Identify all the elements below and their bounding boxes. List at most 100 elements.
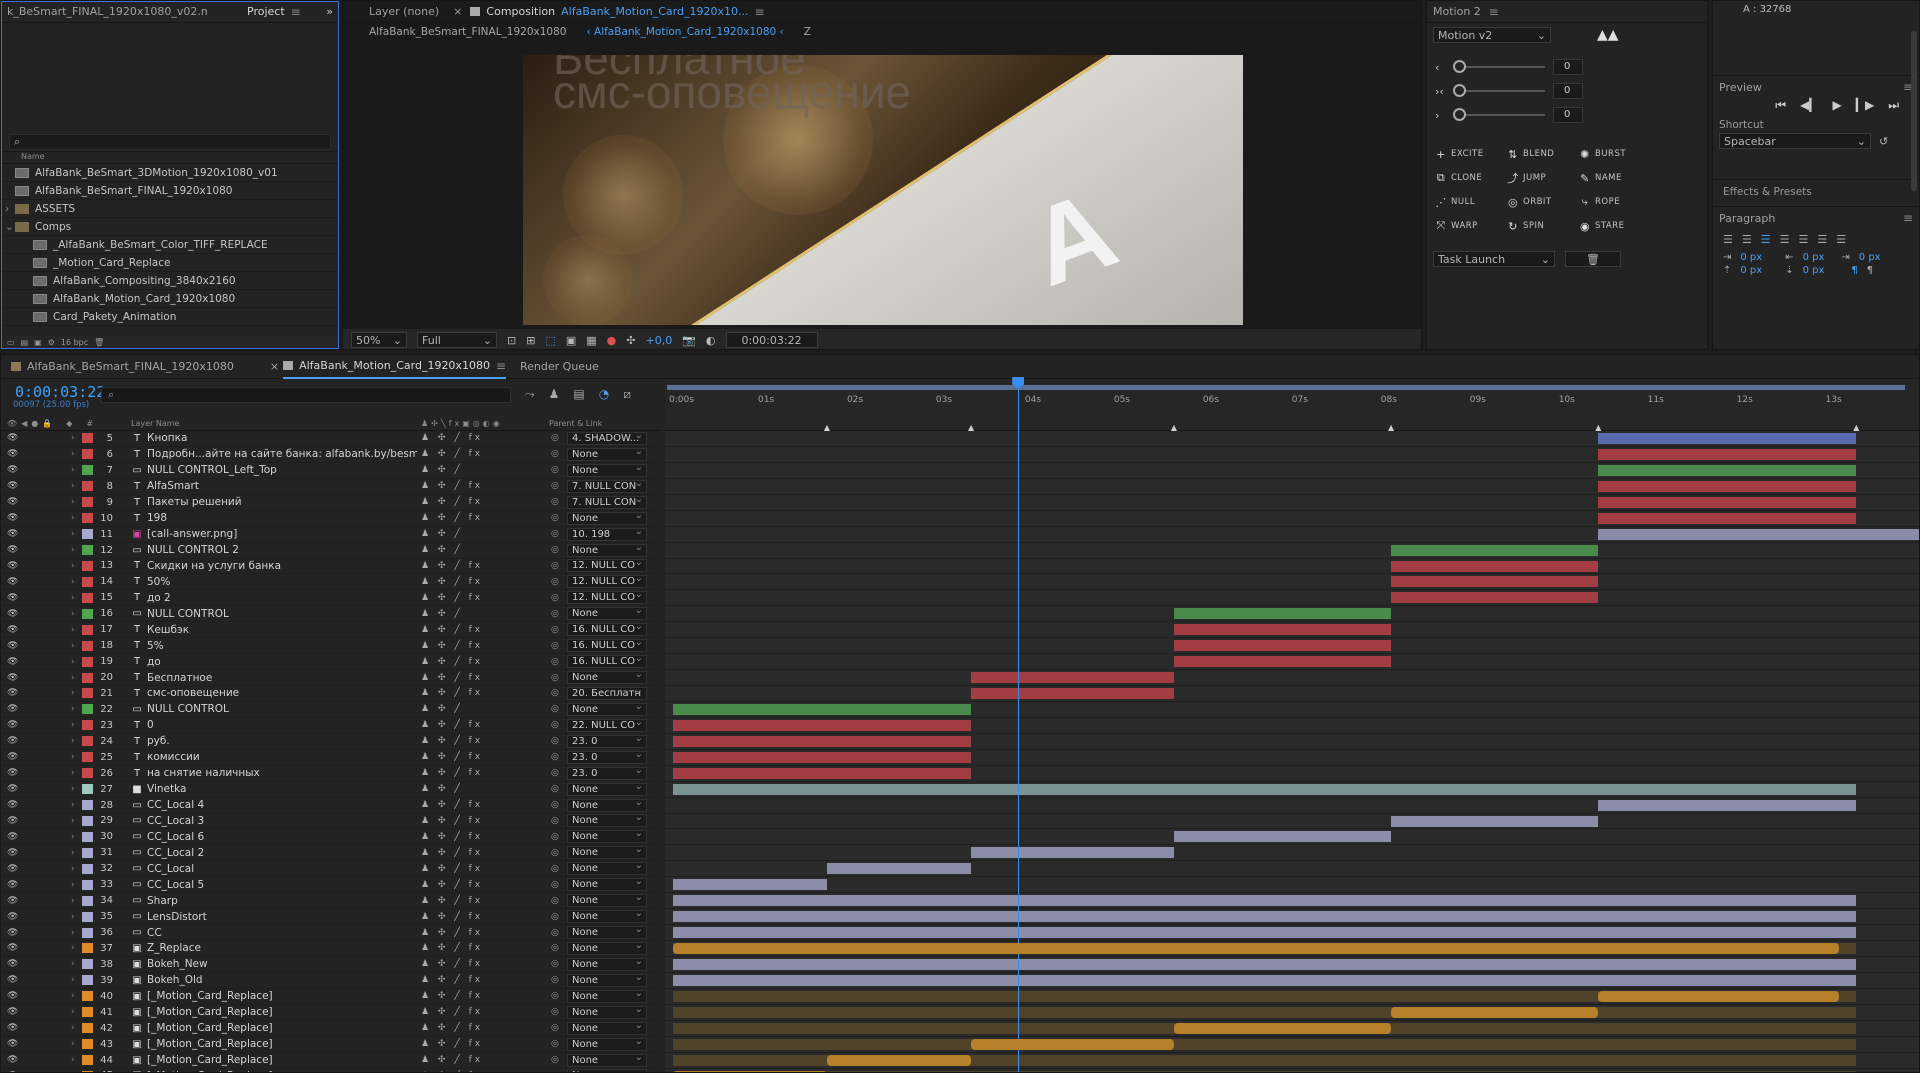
tab-render-queue[interactable]: Render Queue [520,360,599,373]
expand-arrow-icon[interactable]: › [71,959,75,969]
visibility-eye-icon[interactable]: 👁 [7,433,18,443]
parent-pickwhip-icon[interactable]: ◎ [551,1023,559,1033]
expand-arrow-icon[interactable]: › [71,545,75,555]
parent-dropdown[interactable]: 7. NULL CON [567,479,647,493]
parent-pickwhip-icon[interactable]: ◎ [551,433,559,443]
layer-name[interactable]: AlfaSmart [147,480,417,492]
zoom-dropdown[interactable]: 50% ⌄ [351,332,407,348]
layer-switches[interactable]: ♟ ✣ ╱ fx [421,880,483,890]
layer-switches[interactable]: ♟ ✣ ╱ [421,609,463,619]
parent-pickwhip-icon[interactable]: ◎ [551,704,559,714]
layer-row[interactable]: 👁 › 41 ▣ [_Motion_Card_Replace] ♟ ✣ ╱ fx ◎ None [1,1005,661,1021]
label-color-swatch[interactable] [82,800,93,811]
layer-duration-bar[interactable] [1598,496,1857,508]
project-item[interactable]: AlfaBank_Motion_Card_1920x1080 [1,290,339,308]
parent-dropdown[interactable]: None [567,782,647,796]
layer-switches[interactable]: ♟ ✣ ╱ fx [421,1023,483,1033]
parent-dropdown[interactable]: 16. NULL CO [567,639,647,653]
layer-name[interactable]: [_Motion_Card_Replace] [147,1054,417,1066]
layer-duration-bar[interactable] [673,974,1857,986]
layer-row[interactable]: 👁 › 13 T Скидки на услуги банка ♟ ✣ ╱ fx ◎ 12. … [1,559,661,575]
layer-switches[interactable]: ♟ ✣ ╱ fx [421,641,483,651]
tab-layer[interactable]: Layer (none) [369,5,439,18]
visibility-eye-icon[interactable]: 👁 [7,943,18,953]
layer-duration-bar[interactable] [673,751,972,763]
expand-arrow-icon[interactable]: › [71,1023,75,1033]
layer-duration-bar[interactable] [1390,1006,1599,1018]
layer-row[interactable]: 👁 › 43 ▣ [_Motion_Card_Replace] ♟ ✣ ╱ fx ◎ None [1,1037,661,1053]
visibility-eye-icon[interactable]: 👁 [7,688,18,698]
layer-duration-bar[interactable] [1598,528,1919,540]
motion-blur-icon[interactable]: ◔ [599,387,609,402]
label-color-swatch[interactable] [82,449,93,460]
expand-arrow-icon[interactable]: › [71,975,75,985]
layer-row[interactable]: 👁 › 39 ▣ Bokeh_Old ♟ ✣ ╱ fx ◎ None [1,973,661,989]
align-left-icon[interactable]: ☰ [1723,233,1733,246]
expand-arrow-icon[interactable]: › [71,848,75,858]
layer-row[interactable]: 👁 › 11 ▣ [call-answer.png] ♟ ✣ ╱ ◎ 10. 198 [1,527,661,543]
layer-name[interactable]: руб. [147,735,417,747]
expand-arrow-icon[interactable]: › [71,720,75,730]
layer-name[interactable]: 0 [147,719,417,731]
parent-pickwhip-icon[interactable]: ◎ [551,928,559,938]
current-timecode[interactable]: 0:00:03:22 [15,383,105,401]
project-item[interactable]: AlfaBank_Compositing_3840x2160 [1,272,339,290]
motion-stare-button[interactable]: ◉ STARE [1579,219,1649,233]
layer-switches[interactable]: ♟ ✣ ╱ [421,529,463,539]
parent-pickwhip-icon[interactable]: ◎ [551,1039,559,1049]
project-search[interactable]: ⌕ [9,134,331,150]
parent-pickwhip-icon[interactable]: ◎ [551,848,559,858]
layer-row[interactable]: 👁 › 6 T Подробн...айте на сайте банка: alfab… [1,447,661,463]
tab-composition[interactable]: Composition AlfaBank_Motion_Card_1920x10… [470,5,765,19]
layer-switches[interactable]: ♟ ✣ ╱ fx [421,928,483,938]
layer-switches[interactable]: ♟ ✣ ╱ fx [421,449,483,459]
expand-arrow-icon[interactable]: › [71,896,75,906]
shortcut-dropdown[interactable]: Spacebar ⌄ [1719,133,1871,149]
layer-duration-bar[interactable] [1598,464,1857,476]
visibility-eye-icon[interactable]: 👁 [7,481,18,491]
layer-name[interactable]: до 2 [147,592,417,604]
parent-pickwhip-icon[interactable]: ◎ [551,609,559,619]
parent-pickwhip-icon[interactable]: ◎ [551,768,559,778]
layer-name-header[interactable]: Layer Name [131,419,179,428]
parent-pickwhip-icon[interactable]: ◎ [551,991,559,1001]
color-manage-icon[interactable]: ✣ [626,334,635,347]
layer-duration-bar[interactable] [1173,1022,1391,1034]
layer-row[interactable]: 👁 › 16 ▭ NULL CONTROL ♟ ✣ ╱ ◎ None [1,606,661,623]
layer-name[interactable]: Подробн...айте на сайте банка: alfabank.… [147,448,417,460]
label-color-swatch[interactable] [82,624,93,635]
layer-switches[interactable]: ♟ ✣ ╱ fx [421,513,483,523]
viewer-timecode[interactable]: 0:00:03:22 [725,332,818,348]
parent-pickwhip-icon[interactable]: ◎ [551,959,559,969]
ltr-icon[interactable]: ¶ [1851,265,1857,276]
parent-pickwhip-icon[interactable]: ◎ [551,465,559,475]
layer-name[interactable]: 50% [147,576,417,588]
label-color-swatch[interactable] [82,1039,93,1050]
parent-dropdown[interactable]: None [567,926,647,940]
parent-pickwhip-icon[interactable]: ◎ [551,1055,559,1065]
label-color-swatch[interactable] [82,704,93,715]
disclosure-icon[interactable]: › [5,203,9,215]
layer-name[interactable]: Пакеты решений [147,496,417,508]
parent-header[interactable]: Parent & Link [549,419,602,428]
new-folder-icon[interactable]: ▤ [21,338,29,347]
expand-arrow-icon[interactable]: › [71,991,75,1001]
layer-switches[interactable]: ♟ ✣ ╱ fx [421,959,483,969]
parent-pickwhip-icon[interactable]: ◎ [551,864,559,874]
label-color-swatch[interactable] [82,959,93,970]
new-comp-icon[interactable]: ▣ [34,338,42,347]
parent-pickwhip-icon[interactable]: ◎ [551,800,559,810]
visibility-eye-icon[interactable]: 👁 [7,593,18,603]
tab-timeline-motion-card[interactable]: AlfaBank_Motion_Card_1920x1080 ≡ [283,355,507,379]
label-color-swatch[interactable] [82,1023,93,1034]
expand-arrow-icon[interactable]: › [71,625,75,635]
parent-dropdown[interactable]: None [567,463,647,477]
parent-pickwhip-icon[interactable]: ◎ [551,736,559,746]
parent-dropdown[interactable]: None [567,447,647,461]
layer-duration-bar[interactable] [673,719,972,731]
motion-slider[interactable] [1453,84,1545,97]
expand-arrow-icon[interactable]: › [71,529,75,539]
layer-name[interactable]: [_Motion_Card_Replace] [147,1006,417,1018]
delete-task-button[interactable]: 🗑 [1565,251,1621,267]
layer-duration-bar[interactable] [673,879,827,891]
